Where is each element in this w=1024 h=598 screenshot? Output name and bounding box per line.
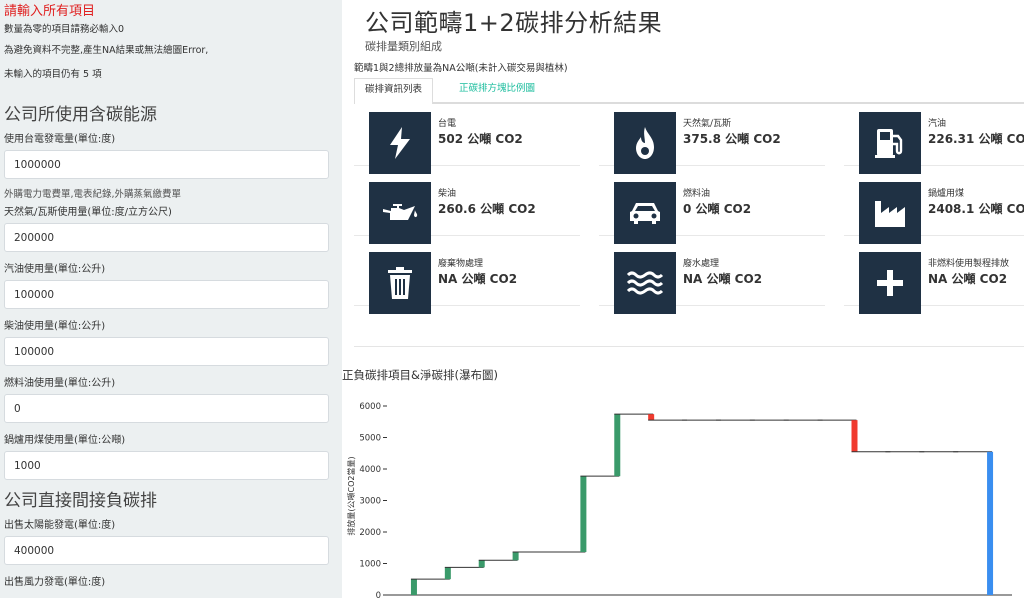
tab-emission-list[interactable]: 碳排資訊列表 [354, 78, 434, 104]
waterfall-bar [648, 414, 655, 421]
car-icon [614, 182, 676, 244]
card-wastewater: 廢水處理 NA 公噸 CO2 [599, 244, 825, 314]
waterfall-chart-title: 正負碳排項目&淨碳排(瀑布圖) [342, 368, 498, 382]
tab-block-ratio-chart[interactable]: 正碳排方塊比例圖 [449, 78, 545, 102]
card-label: 燃料油 [683, 189, 711, 199]
card-label: 柴油 [438, 189, 457, 199]
composition-subtitle: 碳排量類別組成 [365, 40, 442, 53]
trash-icon [369, 252, 431, 314]
waterfall-bar [512, 552, 519, 561]
y-tick-label: 2000 [359, 528, 381, 538]
y-tick-label: 6000 [359, 402, 381, 412]
y-axis-label: 排放量(公噸CO2當量) [346, 456, 356, 535]
card-fuel-oil: 燃料油 0 公噸 CO2 [599, 174, 825, 244]
section-divider [354, 346, 1024, 347]
card-value: NA 公噸 CO2 [438, 272, 518, 286]
fuel-oil-label: 燃料油使用量(單位:公升) [4, 378, 116, 389]
card-value: NA 公噸 CO2 [683, 272, 763, 286]
waterfall-bar [580, 476, 587, 553]
negative-section-title: 公司直接間接負碳排 [4, 491, 157, 511]
gas-input[interactable] [4, 223, 329, 252]
coal-input[interactable] [4, 451, 329, 480]
card-label: 鍋爐用煤 [928, 189, 965, 199]
electricity-input[interactable] [4, 150, 329, 179]
card-value: 226.31 公噸 CO2 [928, 132, 1024, 146]
gasoline-label: 汽油使用量(單位:公升) [4, 264, 106, 275]
card-value: 0 公噸 CO2 [683, 202, 752, 216]
card-label: 廢水處理 [683, 259, 720, 269]
bolt-icon [369, 112, 431, 174]
card-coal: 鍋爐用煤 2408.1 公噸 CO2 [844, 174, 1024, 244]
energy-section-title: 公司所使用含碳能源 [4, 105, 157, 125]
card-process: 非燃料使用製程排放 NA 公噸 CO2 [844, 244, 1024, 314]
gas-pump-icon [859, 112, 921, 174]
card-value: 260.6 公噸 CO2 [438, 202, 536, 216]
fuel-oil-input[interactable] [4, 394, 329, 423]
plus-icon [859, 252, 921, 314]
waterfall-bar [851, 420, 858, 452]
y-tick-label: 0 [376, 591, 381, 598]
y-tick-label: 4000 [359, 465, 381, 475]
waterfall-bar [987, 451, 994, 595]
total-emission-note: 範疇1與2總排放量為NA公噸(未計入碳交易與植林) [354, 63, 568, 74]
card-label: 台電 [438, 119, 457, 129]
card-gas: 天然氣/瓦斯 375.8 公噸 CO2 [599, 104, 825, 174]
emission-cards: 台電 502 公噸 CO2 天然氣/瓦斯 375.8 公噸 CO2 汽油 226… [354, 104, 1024, 342]
wind-label: 出售風力發電(單位:度) [4, 577, 106, 588]
electricity-help-text: 外購電力電費單,電表紀錄,外購蒸氣繳費單 [4, 189, 182, 200]
card-value: 2408.1 公噸 CO2 [928, 202, 1024, 216]
solar-input[interactable] [4, 536, 329, 565]
card-diesel: 柴油 260.6 公噸 CO2 [354, 174, 580, 244]
input-sidebar: 請輸入所有項目 數量為零的項目請務必輸入0 為避免資料不完整,產生NA結果或無法… [0, 0, 342, 598]
y-tick-label: 3000 [359, 497, 381, 507]
coal-label: 鍋爐用煤使用量(單位:公噸) [4, 435, 126, 446]
gas-label: 天然氣/瓦斯使用量(單位:度/立方公尺) [4, 207, 172, 218]
warning-title: 請輸入所有項目 [4, 4, 96, 19]
zero-input-note: 數量為零的項目請務必輸入0 [4, 24, 125, 35]
results-panel: 公司範疇1+2碳排分析結果 碳排量類別組成 範疇1與2總排放量為NA公噸(未計入… [342, 0, 1024, 598]
card-label: 天然氣/瓦斯 [683, 119, 732, 129]
electricity-label: 使用台電發電量(單位:度) [4, 134, 116, 145]
result-tabs: 碳排資訊列表 正碳排方塊比例圖 [354, 78, 1024, 104]
oil-can-icon [369, 182, 431, 244]
gasoline-input[interactable] [4, 280, 329, 309]
solar-label: 出售太陽能發電(單位:度) [4, 520, 116, 531]
card-label: 非燃料使用製程排放 [928, 259, 1010, 269]
na-warning-note: 為避免資料不完整,產生NA結果或無法繪圖Error, [4, 45, 209, 56]
waterfall-bar [410, 579, 417, 595]
card-value: NA 公噸 CO2 [928, 272, 1008, 286]
remaining-items-note: 未輸入的項目仍有 5 項 [4, 69, 102, 80]
card-value: 502 公噸 CO2 [438, 132, 523, 146]
waterfall-chart: 排放量(公噸CO2當量) 0 1000 2000 3000 4000 5000 6000 [346, 402, 1012, 598]
page-title: 公司範疇1+2碳排分析結果 [365, 9, 663, 37]
waterfall-bar [478, 560, 485, 568]
industry-icon [859, 182, 921, 244]
water-icon [614, 252, 676, 314]
card-label: 廢棄物處理 [438, 259, 484, 269]
waterfall-bar [444, 567, 451, 580]
y-tick-label: 1000 [359, 560, 381, 570]
diesel-input[interactable] [4, 337, 329, 366]
card-electricity: 台電 502 公噸 CO2 [354, 104, 580, 174]
card-gasoline: 汽油 226.31 公噸 CO2 [844, 104, 1024, 174]
card-waste: 廢棄物處理 NA 公噸 CO2 [354, 244, 580, 314]
fire-icon [614, 112, 676, 174]
card-label: 汽油 [928, 119, 947, 129]
card-value: 375.8 公噸 CO2 [683, 132, 781, 146]
diesel-label: 柴油使用量(單位:公升) [4, 321, 106, 332]
y-tick-label: 5000 [359, 434, 381, 444]
waterfall-bar [614, 414, 621, 477]
